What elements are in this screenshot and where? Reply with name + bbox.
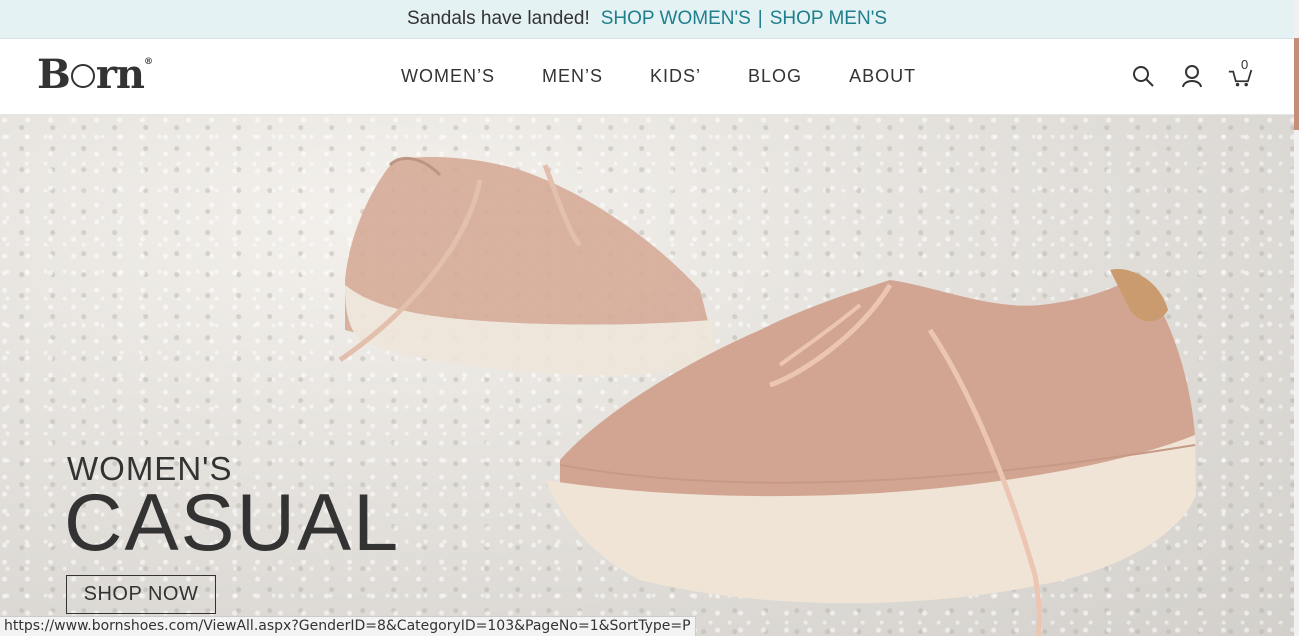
shop-womens-link[interactable]: SHOP WOMEN'S [601,8,751,30]
nav-blog[interactable]: BLOG [748,66,802,87]
nav-womens[interactable]: WOMEN’S [401,66,495,87]
page-scrollbar[interactable] [1294,0,1299,636]
shop-mens-link[interactable]: SHOP MEN'S [770,8,887,30]
nav-kids[interactable]: KIDS’ [650,66,701,87]
search-icon[interactable] [1130,63,1156,89]
shop-now-button[interactable]: SHOP NOW [66,575,216,614]
site-header: Brn® WOMEN’S MEN’S KIDS’ BLOG ABOUT 0 [0,39,1294,115]
status-bar-url: https://www.bornshoes.com/ViewAll.aspx?G… [0,616,696,636]
cart-count: 0 [1241,57,1249,72]
main-nav: WOMEN’S MEN’S KIDS’ BLOG ABOUT [401,66,963,87]
crown-icon [70,64,95,88]
born-logo[interactable]: Brn® [37,51,153,98]
header-icons: 0 [1130,57,1254,89]
nav-about[interactable]: ABOUT [849,66,916,87]
hero-banner[interactable]: WOMEN'S CASUAL SHOP NOW [0,115,1294,636]
account-icon[interactable] [1179,63,1205,89]
nav-mens[interactable]: MEN’S [542,66,603,87]
promo-message: Sandals have landed! [406,8,590,29]
scrollbar-thumb[interactable] [1294,38,1299,130]
promo-separator: | [757,8,763,29]
cart-icon[interactable]: 0 [1228,57,1254,89]
back-shoe [338,156,715,376]
promo-banner: Sandals have landed! SHOP WOMEN'S | SHOP… [0,0,1294,39]
hero-title: CASUAL [64,478,401,568]
